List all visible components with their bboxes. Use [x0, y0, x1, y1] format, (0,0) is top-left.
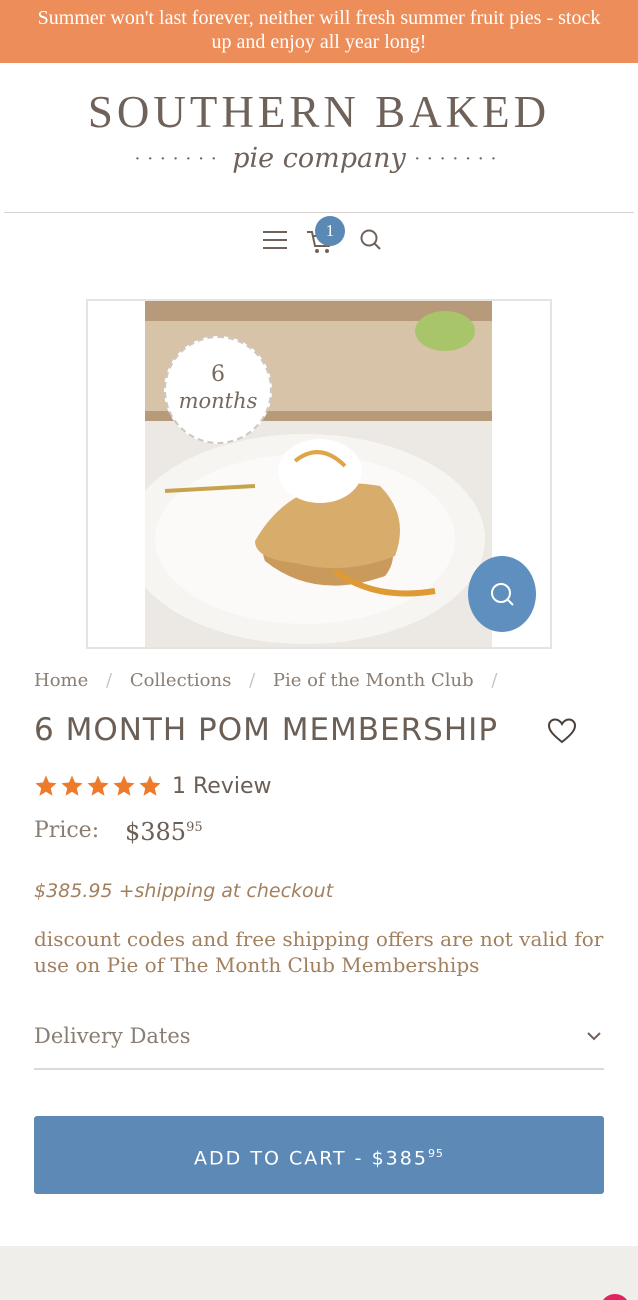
- breadcrumb-home[interactable]: Home: [34, 670, 88, 691]
- heart-icon[interactable]: [547, 717, 577, 745]
- discount-note: discount codes and free shipping offers …: [34, 927, 604, 977]
- cart-count-badge[interactable]: 1: [315, 216, 345, 246]
- zoom-search-icon: [491, 583, 514, 606]
- logo-dots-right: ·······: [414, 148, 504, 170]
- star-rating: [34, 774, 164, 802]
- star-icon: [87, 775, 109, 796]
- star-icon: [139, 775, 161, 796]
- breadcrumb-pie-of-the-month[interactable]: Pie of the Month Club: [273, 670, 474, 691]
- promo-banner-text: Summer won't last forever, neither will …: [37, 7, 601, 53]
- breadcrumb-separator: /: [249, 670, 256, 691]
- breadcrumb-collections[interactable]: Collections: [130, 670, 232, 691]
- chevron-down-icon: [587, 1032, 601, 1041]
- promo-banner: Summer won't last forever, neither will …: [0, 0, 638, 63]
- month-count-badge: 6 months: [164, 336, 272, 444]
- logo-sub-text: ······· pie company ·······: [0, 142, 638, 177]
- breadcrumb-separator: /: [106, 670, 113, 691]
- month-badge-number: 6: [211, 362, 225, 387]
- logo-tagline: pie company: [232, 143, 406, 174]
- shipping-note: $385.95 +shipping at checkout: [34, 880, 334, 902]
- price-cents: 95: [186, 820, 203, 835]
- star-icon: [61, 775, 83, 796]
- header-nav: 1: [0, 216, 638, 262]
- price-row: Price: $38595: [34, 818, 203, 846]
- add-to-cart-cents: 95: [427, 1147, 444, 1160]
- logo-dots-left: ·······: [134, 148, 224, 170]
- delivery-dates-accordion[interactable]: Delivery Dates: [34, 1016, 604, 1070]
- month-badge-unit: months: [178, 389, 258, 413]
- price-dollars: $385: [125, 818, 187, 846]
- zoom-button[interactable]: [468, 556, 536, 632]
- menu-icon[interactable]: [262, 230, 288, 250]
- site-logo[interactable]: SOUTHERN BAKED ······· pie company ·····…: [0, 86, 638, 177]
- breadcrumb-separator: /: [491, 670, 498, 691]
- star-icon: [35, 775, 57, 796]
- search-icon[interactable]: [358, 227, 384, 253]
- price-value: $38595: [125, 818, 203, 846]
- delivery-dates-label: Delivery Dates: [34, 1024, 191, 1048]
- star-icon: [113, 775, 135, 796]
- price-label: Price:: [34, 818, 100, 843]
- footer-strip: [0, 1246, 638, 1300]
- breadcrumb: Home / Collections / Pie of the Month Cl…: [34, 670, 509, 691]
- product-title: 6 MONTH POM MEMBERSHIP: [34, 712, 499, 748]
- header-divider: [4, 212, 634, 213]
- add-to-cart-label: ADD TO CART - $385: [194, 1147, 428, 1170]
- review-count-link[interactable]: 1 Review: [172, 774, 271, 799]
- logo-main-text: SOUTHERN BAKED: [87, 87, 551, 137]
- add-to-cart-button[interactable]: ADD TO CART - $38595: [34, 1116, 604, 1194]
